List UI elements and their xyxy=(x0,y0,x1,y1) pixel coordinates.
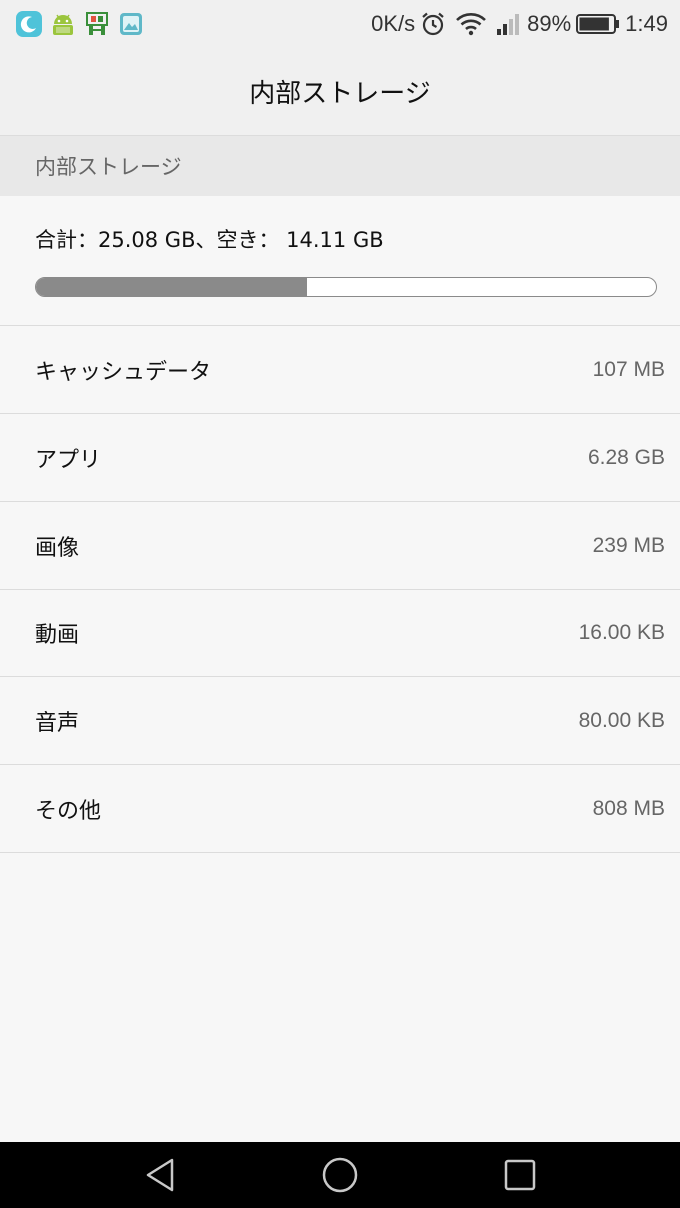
storage-summary: 合計：25.08 GB、空き： 14.11 GB xyxy=(0,196,680,326)
list-item-value: 239 MB xyxy=(592,533,665,557)
status-bar: 0K/s 89% 1:49 xyxy=(0,0,680,48)
battery-icon xyxy=(576,12,620,36)
list-item-label: 音声 xyxy=(35,710,80,736)
section-header: 内部ストレージ xyxy=(0,136,680,196)
cellular-signal-icon xyxy=(496,12,522,36)
list-item-value: 107 MB xyxy=(592,357,665,381)
home-circle-icon xyxy=(322,1157,358,1193)
gallery-app-icon xyxy=(118,11,144,37)
list-item-cache[interactable]: キャッシュデータ 107 MB xyxy=(0,326,680,414)
list-item-label: 動画 xyxy=(35,622,80,648)
status-indicators: 0K/s 89% 1:49 xyxy=(371,11,668,37)
recents-button[interactable] xyxy=(490,1145,550,1205)
wifi-icon xyxy=(456,12,487,36)
list-item-value: 16.00 KB xyxy=(578,620,665,644)
app-bar: 内部ストレージ xyxy=(0,48,680,136)
list-item-audio[interactable]: 音声 80.00 KB xyxy=(0,677,680,765)
list-item-value: 80.00 KB xyxy=(578,708,665,732)
list-item-value: 6.28 GB xyxy=(587,445,665,469)
network-speed: 0K/s xyxy=(371,11,416,36)
storage-usage-bar xyxy=(35,277,657,297)
android-mix-icon xyxy=(50,11,76,37)
list-item-label: 画像 xyxy=(35,535,80,561)
alarm-icon xyxy=(420,11,446,37)
list-item-images[interactable]: 画像 239 MB xyxy=(0,502,680,590)
home-button[interactable] xyxy=(310,1145,370,1205)
section-header-label: 内部ストレージ xyxy=(35,155,182,179)
notification-icons xyxy=(16,11,152,37)
battery-percent: 89% xyxy=(527,11,572,36)
moon-app-icon xyxy=(16,11,42,37)
recents-square-icon xyxy=(504,1159,536,1191)
list-item-label: その他 xyxy=(35,798,102,824)
storage-usage-bar-fill xyxy=(36,278,307,296)
list-item-apps[interactable]: アプリ 6.28 GB xyxy=(0,414,680,502)
page-title: 内部ストレージ xyxy=(249,79,431,109)
navigation-bar xyxy=(0,1142,680,1208)
list-item-value: 808 MB xyxy=(592,796,665,820)
list-item-label: アプリ xyxy=(35,447,102,473)
translate-app-icon xyxy=(84,11,110,37)
back-triangle-icon xyxy=(146,1158,174,1192)
list-item-videos[interactable]: 動画 16.00 KB xyxy=(0,589,680,677)
list-item-other[interactable]: その他 808 MB xyxy=(0,765,680,853)
clock: 1:49 xyxy=(625,11,668,36)
list-item-label: キャッシュデータ xyxy=(35,359,212,385)
back-button[interactable] xyxy=(130,1145,190,1205)
storage-total-free-text: 合計：25.08 GB、空き： 14.11 GB xyxy=(35,228,384,252)
